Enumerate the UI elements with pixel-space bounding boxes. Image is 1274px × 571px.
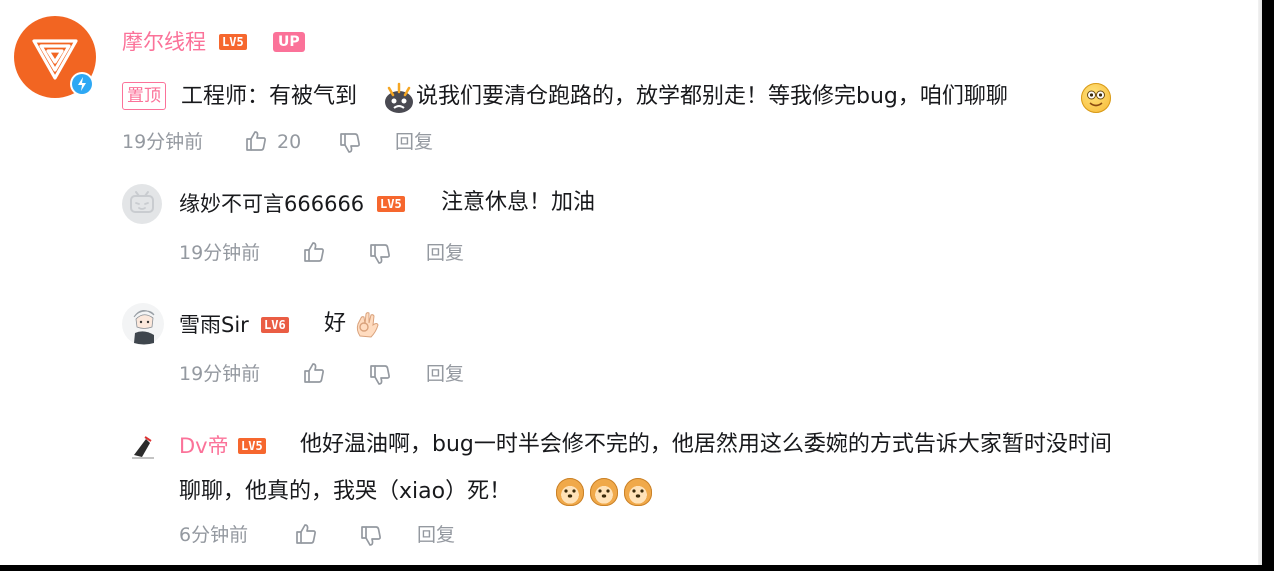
like-icon[interactable] (294, 522, 318, 546)
reply-2-reply-button[interactable]: 回复 (426, 362, 464, 386)
level-badge: LV6 (261, 317, 289, 333)
main-comment-username[interactable]: 摩尔线程 (122, 29, 206, 55)
doge-emoji (624, 478, 652, 506)
reply-2-username[interactable]: 雪雨Sir (179, 312, 249, 338)
ok-hand-emoji (351, 308, 383, 340)
doge-emoji (556, 478, 584, 506)
dislike-icon[interactable] (368, 242, 392, 266)
comment-section: 摩尔线程 LV5 UP 置顶 工程师：有被气到 说我们要清仓跑路的，放学都别走！… (0, 0, 1262, 565)
level-badge: LV5 (219, 34, 247, 50)
angry-emoji (383, 82, 415, 114)
level-badge: LV5 (238, 438, 266, 454)
reply-2-time: 19分钟前 (179, 363, 261, 385)
reply-1-time: 19分钟前 (179, 242, 261, 264)
main-comment-like-count: 20 (277, 131, 302, 153)
sketch-avatar-icon (128, 431, 158, 461)
default-avatar-icon (122, 184, 162, 224)
reply-3-avatar[interactable] (128, 431, 158, 461)
main-comment-text-part2: 说我们要清仓跑路的，放学都别走！等我修完bug，咱们聊聊 (416, 84, 1008, 109)
reply-3-username[interactable]: Dv帝 (179, 433, 229, 459)
up-badge: UP (273, 32, 305, 52)
moore-threads-logo (14, 16, 96, 98)
dislike-icon[interactable] (368, 363, 392, 387)
reply-1-text: 注意休息！加油 (441, 190, 596, 215)
reply-3-reply-button[interactable]: 回复 (417, 523, 455, 547)
reply-1-username[interactable]: 缘妙不可言666666 (179, 191, 364, 217)
reply-2-avatar[interactable] (122, 303, 164, 345)
main-comment-text-part1: 工程师：有被气到 (181, 84, 358, 109)
reply-1-avatar[interactable] (122, 184, 162, 224)
like-icon[interactable] (244, 129, 268, 153)
reply-2-text: 好 (324, 311, 347, 336)
scroll-edge-shadow (1258, 0, 1262, 565)
main-comment-avatar[interactable] (14, 16, 96, 98)
doge-emoji (590, 478, 618, 506)
main-comment-reply-button[interactable]: 回复 (395, 130, 433, 154)
smile-emoji (1081, 83, 1111, 113)
reply-1-reply-button[interactable]: 回复 (426, 241, 464, 265)
reply-3-time: 6分钟前 (179, 524, 249, 546)
level-badge: LV5 (377, 196, 405, 212)
main-comment-time: 19分钟前 (122, 131, 204, 153)
pinned-label: 置顶 (122, 82, 166, 110)
dislike-icon[interactable] (359, 524, 383, 548)
reply-3-text-line2: 聊聊，他真的，我哭（xiao）死！ (179, 479, 512, 504)
dislike-icon[interactable] (338, 131, 362, 155)
reply-3-text-line1: 他好温油啊，bug一时半会修不完的，他居然用这么委婉的方式告诉大家暂时没时间 (300, 432, 1112, 457)
like-icon[interactable] (302, 361, 326, 385)
like-icon[interactable] (302, 240, 326, 264)
anime-avatar-icon (122, 303, 164, 345)
